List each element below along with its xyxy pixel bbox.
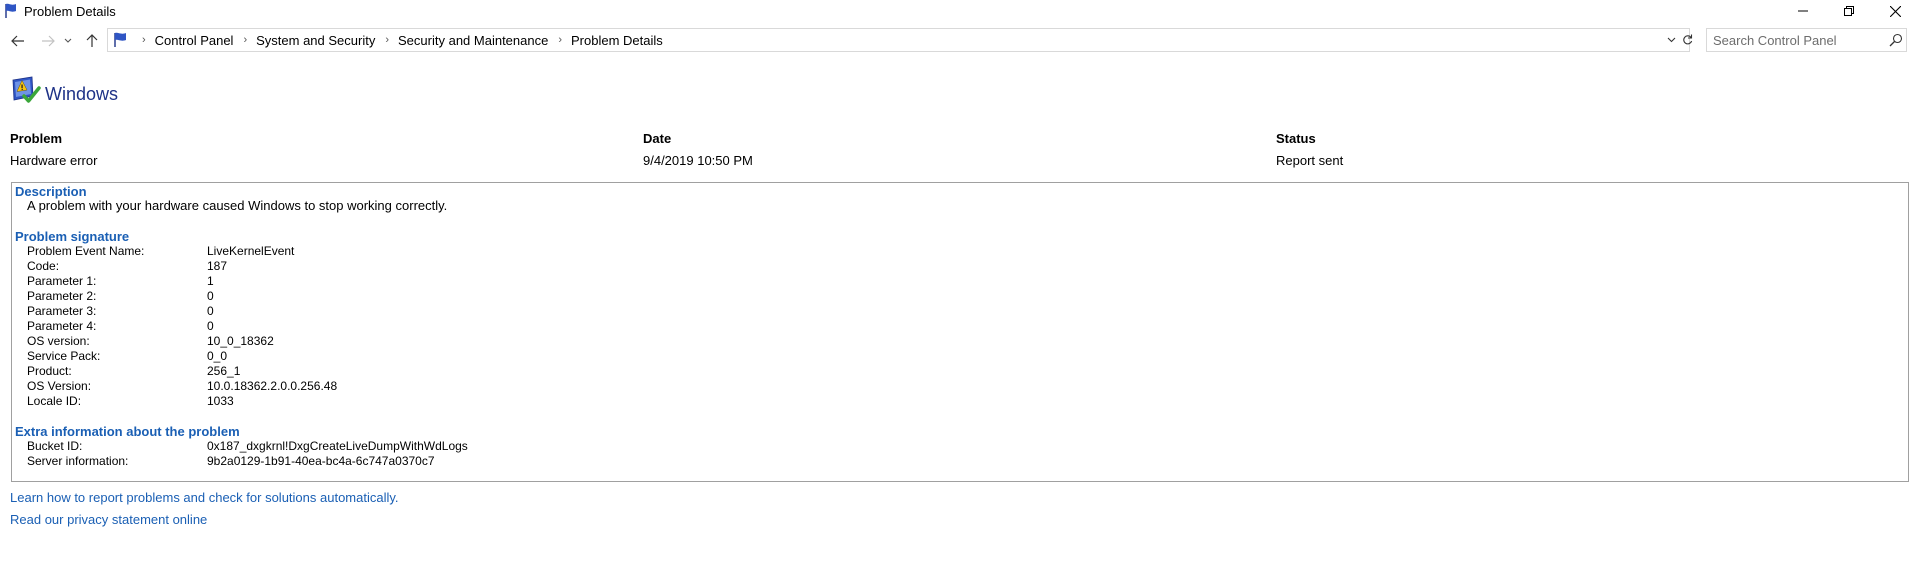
flag-icon xyxy=(5,3,16,18)
restore-button[interactable] xyxy=(1826,0,1872,22)
problem-value: Hardware error xyxy=(10,153,98,168)
back-arrow-icon xyxy=(11,35,24,47)
extra-info-value: 0x187_dxgkrnl!DxgCreateLiveDumpWithWdLog… xyxy=(207,439,468,453)
signature-value: 256_1 xyxy=(207,364,241,378)
signature-key: Parameter 1: xyxy=(27,274,97,288)
flag-icon xyxy=(114,32,126,47)
minimize-icon xyxy=(1798,10,1808,12)
signature-key: Locale ID: xyxy=(27,394,82,408)
date-value: 9/4/2019 10:50 PM xyxy=(643,153,753,168)
search-box[interactable] xyxy=(1706,28,1907,52)
signature-key: OS version: xyxy=(27,334,90,348)
status-column-header: Status xyxy=(1276,131,1316,146)
signature-key: Problem Event Name: xyxy=(27,244,145,258)
problem-details-box: Description A problem with your hardware… xyxy=(11,182,1909,482)
report-title: Windows xyxy=(45,84,119,104)
description-text: A problem with your hardware caused Wind… xyxy=(27,198,448,213)
signature-value: 0_0 xyxy=(207,349,228,363)
signature-key: Product: xyxy=(27,364,72,378)
learn-report-problems-link[interactable]: Learn how to report problems and check f… xyxy=(10,490,399,505)
signature-value: 1033 xyxy=(207,394,234,408)
problem-signature-title: Problem signature xyxy=(15,229,130,244)
breadcrumb-separator-icon[interactable]: › xyxy=(142,34,146,46)
forward-button[interactable] xyxy=(37,30,59,52)
recent-locations-button[interactable] xyxy=(61,30,75,52)
signature-key: Parameter 4: xyxy=(27,319,97,333)
breadcrumb-control-panel[interactable]: Control Panel xyxy=(155,33,234,48)
signature-value: 10_0_18362 xyxy=(207,334,274,348)
signature-key: Parameter 2: xyxy=(27,289,97,303)
date-column-header: Date xyxy=(643,131,672,146)
breadcrumb: › Control Panel › System and Security › … xyxy=(132,29,663,51)
status-value: Report sent xyxy=(1276,153,1344,168)
signature-key: Code: xyxy=(27,259,60,273)
signature-key: OS Version: xyxy=(27,379,92,393)
search-input[interactable] xyxy=(1713,32,1883,48)
minimize-button[interactable] xyxy=(1780,0,1826,22)
chevron-down-icon xyxy=(64,38,72,43)
breadcrumb-separator-icon[interactable]: › xyxy=(243,34,247,46)
title-bar: Problem Details xyxy=(0,0,1915,24)
problem-column-header: Problem xyxy=(10,131,63,146)
signature-value: 0 xyxy=(207,304,214,318)
extra-info-title: Extra information about the problem xyxy=(15,424,240,439)
chevron-down-icon xyxy=(1667,37,1675,43)
signature-key: Parameter 3: xyxy=(27,304,97,318)
up-arrow-icon xyxy=(86,34,98,47)
breadcrumb-problem-details[interactable]: Problem Details xyxy=(571,33,663,48)
restore-icon xyxy=(1844,6,1854,16)
up-button[interactable] xyxy=(81,30,103,52)
action-center-icon xyxy=(12,76,41,103)
signature-key: Service Pack: xyxy=(27,349,101,363)
privacy-statement-link[interactable]: Read our privacy statement online xyxy=(10,512,207,527)
refresh-button[interactable] xyxy=(1680,29,1694,51)
extra-info-value: 9b2a0129-1b91-40ea-bc4a-6c747a0370c7 xyxy=(207,454,435,468)
signature-value: LiveKernelEvent xyxy=(207,244,295,258)
signature-value: 0 xyxy=(207,289,214,303)
window-title: Problem Details xyxy=(24,4,116,19)
signature-value: 0 xyxy=(207,319,214,333)
close-button[interactable] xyxy=(1872,0,1915,22)
extra-info-key: Bucket ID: xyxy=(27,439,83,453)
forward-arrow-icon xyxy=(42,35,55,47)
signature-value: 187 xyxy=(207,259,228,273)
address-dropdown-button[interactable] xyxy=(1664,29,1678,51)
address-bar[interactable]: › Control Panel › System and Security › … xyxy=(107,28,1692,52)
signature-value: 10.0.18362.2.0.0.256.48 xyxy=(207,379,338,393)
extra-info-key: Server information: xyxy=(27,454,129,468)
search-icon[interactable] xyxy=(1889,33,1903,47)
navigation-bar: › Control Panel › System and Security › … xyxy=(0,24,1915,56)
breadcrumb-separator-icon[interactable]: › xyxy=(385,34,389,46)
description-title: Description xyxy=(15,184,87,199)
signature-value: 1 xyxy=(207,274,214,288)
breadcrumb-system-and-security[interactable]: System and Security xyxy=(256,33,375,48)
breadcrumb-separator-icon[interactable]: › xyxy=(558,34,562,46)
back-button[interactable] xyxy=(7,30,29,52)
close-icon xyxy=(1889,5,1901,17)
breadcrumb-security-and-maintenance[interactable]: Security and Maintenance xyxy=(398,33,548,48)
refresh-icon xyxy=(1682,34,1692,45)
